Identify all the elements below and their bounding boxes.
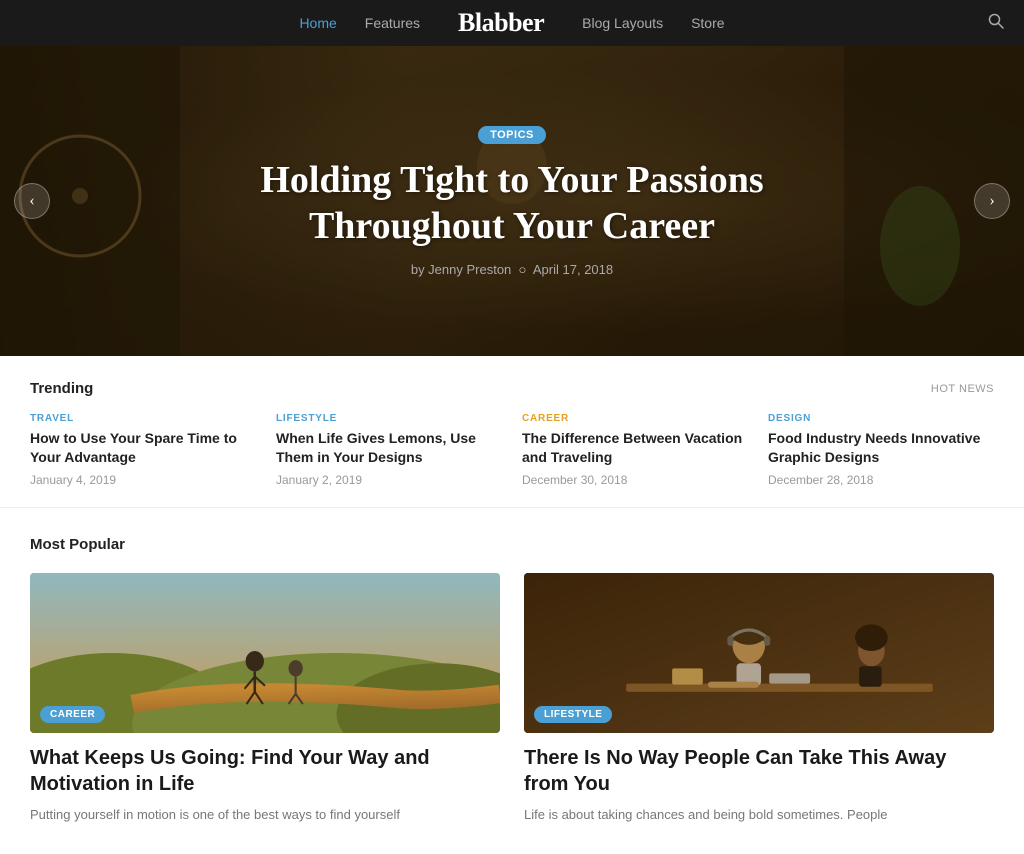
trending-date: December 30, 2018: [522, 473, 748, 487]
hero-title: Holding Tight to Your Passions Throughou…: [260, 158, 763, 249]
trending-category: CAREER: [522, 413, 748, 424]
card-excerpt: Putting yourself in motion is one of the…: [30, 805, 500, 825]
trending-category: LIFESTYLE: [276, 413, 502, 424]
list-item[interactable]: LIFESTYLE When Life Gives Lemons, Use Th…: [276, 413, 502, 487]
card-category-badge: CAREER: [40, 706, 105, 723]
search-icon[interactable]: [988, 13, 1004, 34]
hero-arrow-right[interactable]: ›: [974, 183, 1010, 219]
hero-arrow-left[interactable]: ‹: [14, 183, 50, 219]
trending-category: DESIGN: [768, 413, 994, 424]
nav-link-home[interactable]: Home: [299, 15, 336, 31]
hero-section: ‹ TOPICS Holding Tight to Your Passions …: [0, 46, 1024, 356]
trending-item-title: How to Use Your Spare Time to Your Advan…: [30, 429, 256, 467]
trending-category: TRAVEL: [30, 413, 256, 424]
popular-section-title: Most Popular: [30, 536, 994, 553]
trending-date: January 2, 2019: [276, 473, 502, 487]
card-excerpt: Life is about taking chances and being b…: [524, 805, 994, 825]
card-category-badge: LIFESTYLE: [534, 706, 612, 723]
nav-link-features[interactable]: Features: [365, 15, 420, 31]
popular-grid: CAREER What Keeps Us Going: Find Your Wa…: [30, 573, 994, 825]
nav-link-store[interactable]: Store: [691, 15, 724, 31]
trending-item-title: Food Industry Needs Innovative Graphic D…: [768, 429, 994, 467]
nav-link-blog-layouts[interactable]: Blog Layouts: [582, 15, 663, 31]
list-item[interactable]: CAREER The Difference Between Vacation a…: [522, 413, 748, 487]
trending-section-title: Trending: [30, 380, 93, 397]
trending-item-title: When Life Gives Lemons, Use Them in Your…: [276, 429, 502, 467]
site-logo[interactable]: Blabber: [458, 8, 544, 38]
list-item[interactable]: TRAVEL How to Use Your Spare Time to You…: [30, 413, 256, 487]
card-image: LIFESTYLE: [524, 573, 994, 733]
list-item[interactable]: DESIGN Food Industry Needs Innovative Gr…: [768, 413, 994, 487]
trending-item-title: The Difference Between Vacation and Trav…: [522, 429, 748, 467]
navbar: Home Features Blabber Blog Layouts Store: [0, 0, 1024, 46]
hero-meta: by Jenny Preston ○ April 17, 2018: [260, 262, 763, 277]
card-image: CAREER: [30, 573, 500, 733]
card-title: What Keeps Us Going: Find Your Way and M…: [30, 745, 500, 797]
hero-badge: TOPICS: [478, 126, 546, 144]
list-item[interactable]: LIFESTYLE There Is No Way People Can Tak…: [524, 573, 994, 825]
trending-date: December 28, 2018: [768, 473, 994, 487]
hot-news-label: HOT NEWS: [931, 383, 994, 395]
trending-date: January 4, 2019: [30, 473, 256, 487]
popular-section: Most Popular: [0, 508, 1024, 854]
list-item[interactable]: CAREER What Keeps Us Going: Find Your Wa…: [30, 573, 500, 825]
card-title: There Is No Way People Can Take This Awa…: [524, 745, 994, 797]
trending-section: Trending HOT NEWS TRAVEL How to Use Your…: [0, 356, 1024, 508]
trending-grid: TRAVEL How to Use Your Spare Time to You…: [30, 413, 994, 487]
